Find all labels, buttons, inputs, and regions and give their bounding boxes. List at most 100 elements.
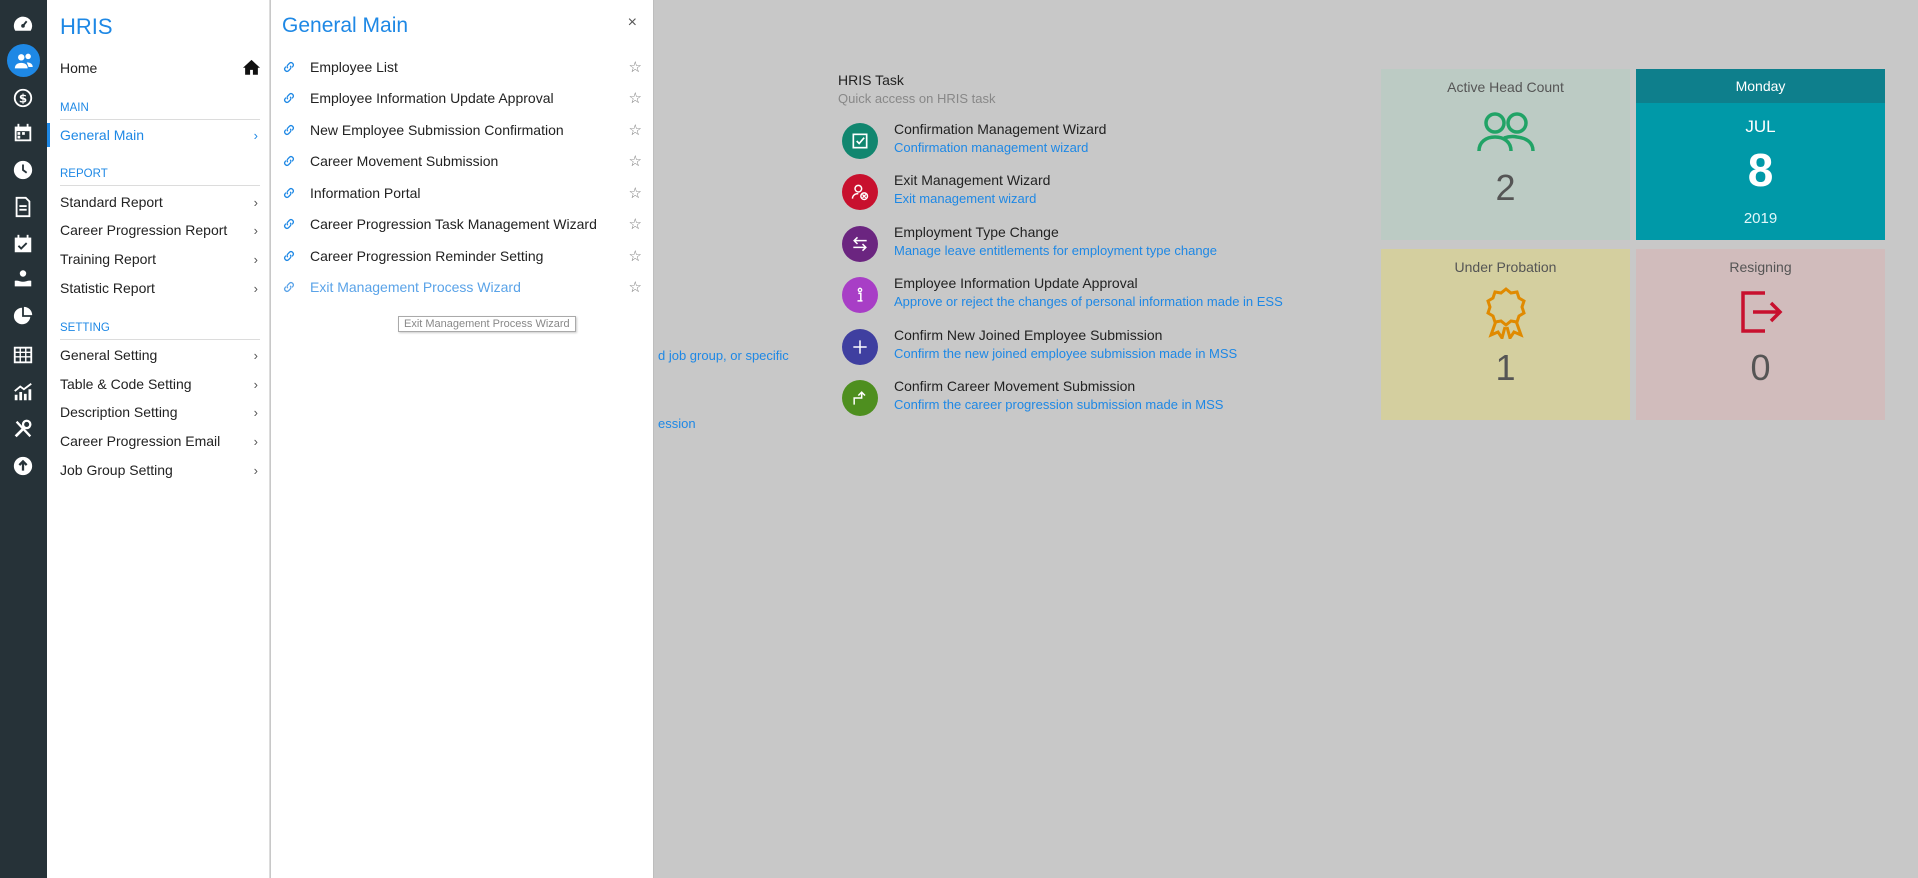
- task-confirm-new-joined-employee-submission[interactable]: Confirm New Joined Employee Submission C…: [842, 327, 1342, 367]
- tools-icon[interactable]: [8, 414, 38, 444]
- task-description[interactable]: Confirm the career progression submissio…: [894, 397, 1223, 412]
- star-icon[interactable]: ☆: [629, 89, 642, 107]
- dashboard-icon[interactable]: [8, 9, 38, 39]
- calendar-icon[interactable]: [8, 118, 38, 148]
- menu-item-label: Description Setting: [60, 404, 178, 420]
- menu-item-statistic-report[interactable]: Statistic Report ›: [60, 278, 260, 298]
- task-employee-information-update-approval[interactable]: Employee Information Update Approval App…: [842, 275, 1342, 315]
- menu-item-label: Home: [60, 60, 98, 76]
- swap-arrows-icon: [842, 226, 878, 262]
- section-label-setting: SETTING: [60, 322, 110, 334]
- clock-icon[interactable]: [8, 155, 38, 185]
- chevron-right-icon: ›: [253, 251, 258, 267]
- star-icon[interactable]: ☆: [629, 121, 642, 139]
- info-icon: [842, 277, 878, 313]
- chevron-right-icon: ›: [253, 194, 258, 210]
- chevron-right-icon: ›: [253, 404, 258, 420]
- star-icon[interactable]: ☆: [629, 152, 642, 170]
- menu-item-general-setting[interactable]: General Setting ›: [60, 345, 260, 365]
- users-icon[interactable]: [7, 44, 40, 77]
- task-name[interactable]: Confirm Career Movement Submission: [894, 378, 1135, 394]
- task-section-subtitle: Quick access on HRIS task: [838, 91, 996, 106]
- task-exit-management-wizard[interactable]: Exit Management Wizard Exit management w…: [842, 172, 1342, 212]
- star-icon[interactable]: ☆: [629, 215, 642, 233]
- task-name[interactable]: Employment Type Change: [894, 224, 1059, 240]
- submenu-item-information-portal[interactable]: Information Portal ☆: [282, 183, 642, 203]
- task-description[interactable]: Manage leave entitlements for employment…: [894, 243, 1217, 258]
- submenu-item-label: Exit Management Process Wizard: [310, 279, 521, 295]
- tile-value: 1: [1495, 347, 1516, 388]
- background-link-fragment[interactable]: ession: [658, 416, 696, 431]
- menu-item-career-progression-email[interactable]: Career Progression Email ›: [60, 431, 260, 451]
- task-name[interactable]: Exit Management Wizard: [894, 172, 1050, 188]
- task-name[interactable]: Employee Information Update Approval: [894, 275, 1138, 291]
- menu-item-label: Career Progression Report: [60, 222, 228, 238]
- menu-item-standard-report[interactable]: Standard Report ›: [60, 192, 260, 212]
- star-icon[interactable]: ☆: [629, 58, 642, 76]
- tile-active-head-count[interactable]: Active Head Count 2: [1381, 69, 1630, 240]
- task-confirm-career-movement-submission[interactable]: Confirm Career Movement Submission Confi…: [842, 378, 1342, 418]
- task-section-title: HRIS Task: [838, 72, 904, 88]
- menu-item-label: Table & Code Setting: [60, 376, 192, 392]
- submenu-item-employee-information-update-approval[interactable]: Employee Information Update Approval ☆: [282, 88, 642, 108]
- chevron-right-icon: ›: [253, 222, 258, 238]
- menu-item-training-report[interactable]: Training Report ›: [60, 249, 260, 269]
- user-remove-icon: [842, 174, 878, 210]
- exit-icon: [1636, 289, 1885, 335]
- menu-item-label: Statistic Report: [60, 280, 155, 296]
- menu-item-home[interactable]: Home: [60, 58, 260, 78]
- divider: [60, 185, 260, 186]
- task-confirmation-management-wizard[interactable]: Confirmation Management Wizard Confirmat…: [842, 121, 1342, 161]
- task-description[interactable]: Exit management wizard: [894, 191, 1036, 206]
- chevron-right-icon: ›: [253, 347, 258, 363]
- submenu-item-exit-management-process-wizard[interactable]: Exit Management Process Wizard ☆: [282, 277, 642, 297]
- pie-chart-icon[interactable]: [8, 301, 38, 331]
- tooltip: Exit Management Process Wizard: [398, 316, 576, 332]
- section-label-report: REPORT: [60, 168, 108, 180]
- submenu-item-career-progression-task-management-wizard[interactable]: Career Progression Task Management Wizar…: [282, 214, 642, 234]
- divider: [60, 119, 260, 120]
- submenu-item-new-employee-submission-confirmation[interactable]: New Employee Submission Confirmation ☆: [282, 120, 642, 140]
- task-description[interactable]: Confirm the new joined employee submissi…: [894, 346, 1237, 361]
- document-icon[interactable]: [8, 192, 38, 222]
- link-icon: [282, 249, 298, 263]
- submenu-item-label: Career Progression Task Management Wizar…: [310, 216, 597, 232]
- submenu-item-career-progression-reminder-setting[interactable]: Career Progression Reminder Setting ☆: [282, 246, 642, 266]
- task-name[interactable]: Confirmation Management Wizard: [894, 121, 1106, 137]
- grid-icon[interactable]: [8, 340, 38, 370]
- task-name[interactable]: Confirm New Joined Employee Submission: [894, 327, 1162, 343]
- menu-item-general-main[interactable]: General Main ›: [60, 125, 260, 145]
- date-month: JUL: [1745, 117, 1776, 136]
- line-chart-icon[interactable]: [8, 377, 38, 407]
- submenu-item-employee-list[interactable]: Employee List ☆: [282, 57, 642, 77]
- dollar-icon[interactable]: $: [8, 83, 38, 113]
- menu-item-job-group-setting[interactable]: Job Group Setting ›: [60, 460, 260, 480]
- submenu-item-career-movement-submission[interactable]: Career Movement Submission ☆: [282, 151, 642, 171]
- chevron-right-icon: ›: [253, 433, 258, 449]
- tile-resigning[interactable]: Resigning 0: [1636, 249, 1885, 420]
- upload-icon[interactable]: [8, 451, 38, 481]
- users-icon: [1381, 111, 1630, 155]
- close-button[interactable]: ×: [628, 14, 637, 32]
- menu-item-career-progression-report[interactable]: Career Progression Report ›: [60, 220, 260, 240]
- link-icon: [282, 123, 298, 137]
- task-description[interactable]: Confirmation management wizard: [894, 140, 1088, 155]
- star-icon[interactable]: ☆: [629, 184, 642, 202]
- tile-value: 0: [1750, 347, 1771, 388]
- calendar-check-icon[interactable]: [8, 229, 38, 259]
- menu-item-table-code-setting[interactable]: Table & Code Setting ›: [60, 374, 260, 394]
- star-icon[interactable]: ☆: [629, 247, 642, 265]
- menu-item-label: Career Progression Email: [60, 433, 221, 449]
- plus-icon: [842, 329, 878, 365]
- submenu-item-label: Information Portal: [310, 185, 421, 201]
- background-link-fragment[interactable]: d job group, or specific: [658, 348, 789, 363]
- panel-title: General Main: [282, 14, 409, 37]
- chevron-right-icon: ›: [253, 376, 258, 392]
- tile-under-probation[interactable]: Under Probation 1: [1381, 249, 1630, 420]
- menu-item-label: General Main: [60, 127, 145, 143]
- star-icon[interactable]: ☆: [629, 278, 642, 296]
- hand-icon[interactable]: [8, 264, 38, 294]
- task-employment-type-change[interactable]: Employment Type Change Manage leave enti…: [842, 224, 1342, 264]
- menu-item-description-setting[interactable]: Description Setting ›: [60, 402, 260, 422]
- task-description[interactable]: Approve or reject the changes of persona…: [894, 294, 1283, 309]
